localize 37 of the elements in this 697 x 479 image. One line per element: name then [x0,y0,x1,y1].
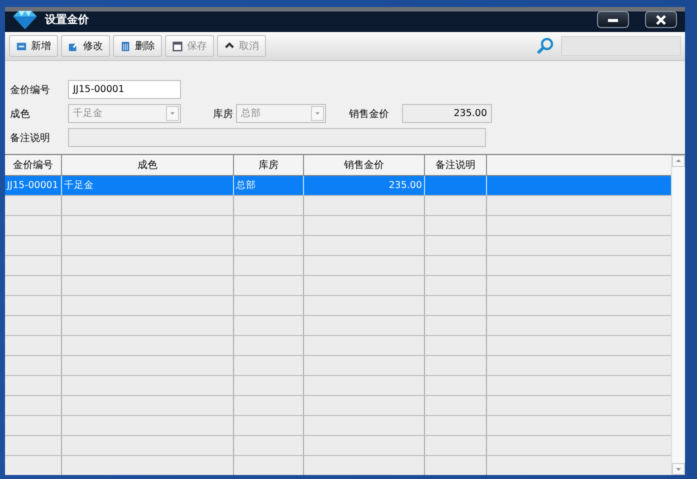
scroll-down-icon[interactable] [672,463,685,475]
caret-icon [311,106,324,121]
column-header[interactable]: 成色 [62,155,234,175]
field-label: 备注说明 [10,132,51,144]
table-row[interactable]: JJ15-00001 千足金 总部 235.00 [5,176,671,196]
code-field[interactable]: JJ15-00001 [68,80,181,99]
column-header[interactable]: 库房 [234,155,304,175]
note-field[interactable] [68,128,486,147]
table-cell: 千足金 [64,179,94,192]
field-label: 库房 [213,108,234,120]
search-field[interactable] [561,36,681,56]
column-header[interactable]: 备注说明 [425,155,487,175]
column-header[interactable]: 金价编号 [5,155,62,175]
close-icon [655,14,667,26]
field-label: 销售金价 [349,108,390,120]
scrollbar[interactable] [671,155,685,475]
window-icon [16,40,27,52]
bin-icon [120,40,131,52]
toolbar-button[interactable]: 新增 [9,35,58,57]
window-frame-icon [172,40,183,52]
window-title: 设置金价 [45,12,89,27]
close-button[interactable] [645,11,677,28]
toolbar-button[interactable]: 删除 [113,35,162,57]
field-label: 成色 [10,108,31,120]
table-cell: JJ15-00001 [7,180,58,191]
toolbar-button[interactable]: 修改 [61,35,110,57]
edit-icon [68,40,79,52]
table-cell: 总部 [236,179,256,192]
minimize-button[interactable] [597,11,629,28]
table-cell: 235.00 [388,180,422,191]
price-field[interactable]: 235.00 [402,104,492,123]
field-label: 金价编号 [10,84,51,96]
scroll-up-icon[interactable] [672,155,685,167]
search-icon[interactable] [536,37,554,55]
caret-icon [166,106,179,121]
column-header[interactable]: 销售金价 [304,155,425,175]
diamond-icon [11,10,39,30]
